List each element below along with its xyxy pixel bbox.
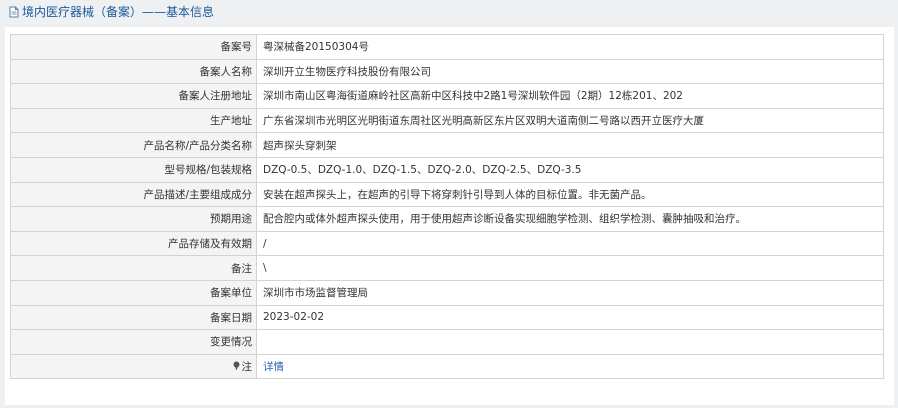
row-value: 2023-02-02 (256, 304, 884, 331)
note-label-cell: 注 (10, 353, 257, 380)
row-label: 备案号 (10, 34, 257, 60)
details-link[interactable]: 详情 (263, 361, 284, 373)
pin-icon (233, 361, 239, 371)
row-label: 产品描述/主要组成成分 (10, 181, 257, 208)
row-label: 备案人名称 (10, 58, 257, 85)
table-row: 预期用途 配合腔内或体外超声探头使用，用于使用超声诊断设备实现细胞学检测、组织学… (10, 206, 884, 232)
page-title: 境内医疗器械（备案）——基本信息 (22, 5, 215, 19)
table-row: 备案日期 2023-02-02 (10, 304, 884, 331)
table-row: 产品描述/主要组成成分 安装在超声探头上，在超声的引导下将穿刺针引导到人体的目标… (10, 181, 884, 208)
table-row: 备案单位 深圳市市场监督管理局 (10, 279, 884, 306)
row-value: 超声探头穿刺架 (256, 132, 884, 158)
table-row: 备案号 粤深械备20150304号 (10, 34, 884, 60)
table-row: 备注 \ (10, 255, 884, 281)
row-value: 配合腔内或体外超声探头使用，用于使用超声诊断设备实现细胞学检测、组织学检测、囊肿… (256, 206, 884, 232)
table-row: 型号规格/包装规格 DZQ-0.5、DZQ-1.0、DZQ-1.5、DZQ-2.… (10, 156, 884, 183)
table-row: 变更情况 (10, 329, 884, 355)
row-value: \ (256, 255, 884, 281)
row-value (256, 329, 884, 355)
row-value: 深圳市市场监督管理局 (256, 279, 884, 306)
table-row: 产品存储及有效期 / (10, 230, 884, 257)
row-label: 备注 (10, 255, 257, 281)
row-label: 备案人注册地址 (10, 83, 257, 109)
row-label: 型号规格/包装规格 (10, 156, 257, 183)
table-row: 备案人名称 深圳开立生物医疗科技股份有限公司 (10, 58, 884, 85)
row-label: 备案单位 (10, 279, 257, 306)
row-label: 备案日期 (10, 304, 257, 331)
table-row-note: 注 详情 (10, 353, 884, 380)
row-value: / (256, 230, 884, 257)
note-value-cell: 详情 (256, 353, 884, 380)
table-row: 产品名称/产品分类名称 超声探头穿刺架 (10, 132, 884, 158)
row-label: 产品名称/产品分类名称 (10, 132, 257, 158)
table-row: 备案人注册地址 深圳市南山区粤海街道麻岭社区高新中区科技中2路1号深圳软件园（2… (10, 83, 884, 109)
row-value: 深圳开立生物医疗科技股份有限公司 (256, 58, 884, 85)
row-label: 变更情况 (10, 329, 257, 355)
page-header: 境内医疗器械（备案）——基本信息 (0, 0, 898, 24)
note-label: 注 (241, 361, 253, 374)
document-icon (9, 6, 19, 18)
row-label: 预期用途 (10, 206, 257, 232)
row-value: 深圳市南山区粤海街道麻岭社区高新中区科技中2路1号深圳软件园（2期）12栋201… (256, 83, 884, 109)
detail-panel: 备案号 粤深械备20150304号 备案人名称 深圳开立生物医疗科技股份有限公司… (5, 27, 894, 405)
row-value: 粤深械备20150304号 (256, 34, 884, 60)
row-value: DZQ-0.5、DZQ-1.0、DZQ-1.5、DZQ-2.0、DZQ-2.5、… (256, 156, 884, 183)
row-value: 安装在超声探头上，在超声的引导下将穿刺针引导到人体的目标位置。非无菌产品。 (256, 181, 884, 208)
table-row: 生产地址 广东省深圳市光明区光明街道东周社区光明高新区东片区双明大道南侧二号路以… (10, 107, 884, 134)
row-value: 广东省深圳市光明区光明街道东周社区光明高新区东片区双明大道南侧二号路以西开立医疗… (256, 107, 884, 134)
row-label: 生产地址 (10, 107, 257, 134)
row-label: 产品存储及有效期 (10, 230, 257, 257)
detail-table: 备案号 粤深械备20150304号 备案人名称 深圳开立生物医疗科技股份有限公司… (10, 34, 884, 380)
